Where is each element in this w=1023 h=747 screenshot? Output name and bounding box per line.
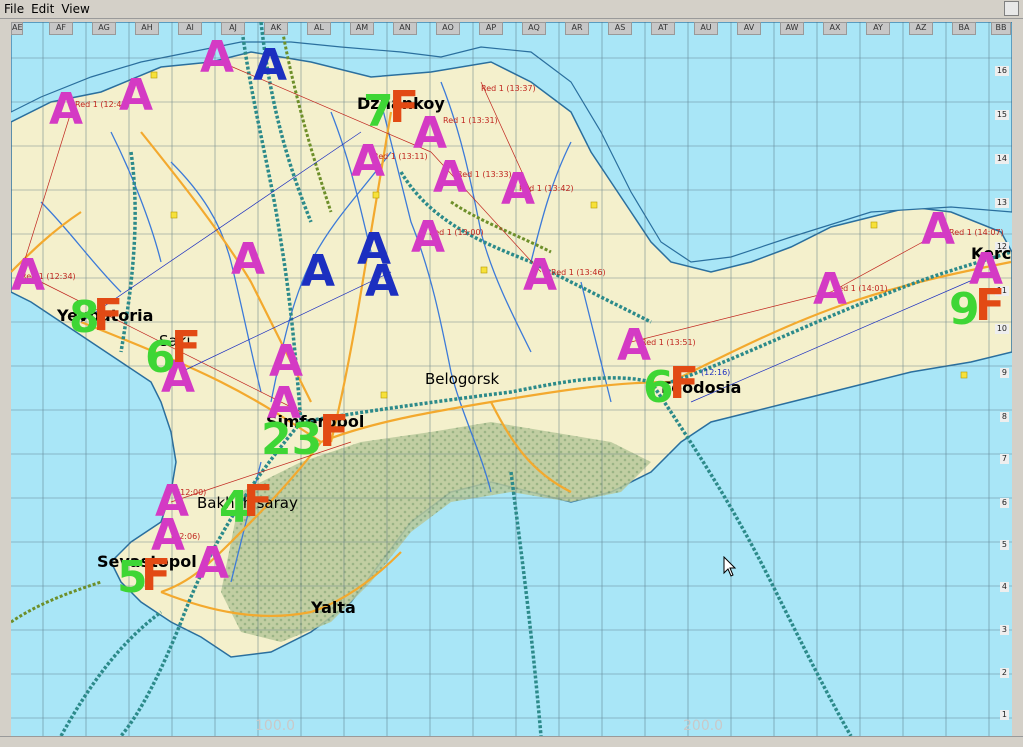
airfield-icon[interactable]: A — [195, 542, 229, 586]
row-label: 2 — [999, 668, 1009, 678]
row-label: 15 — [994, 110, 1009, 120]
col-header: AP — [479, 22, 503, 35]
enemy-airfield-icon[interactable]: A — [253, 44, 287, 88]
col-header: BB — [991, 22, 1011, 35]
col-header: AG — [92, 22, 116, 35]
menu-edit[interactable]: Edit — [27, 0, 57, 16]
col-header: AW — [780, 22, 804, 35]
airfield-icon[interactable]: A — [921, 208, 955, 252]
airfield-icon[interactable]: A — [11, 254, 45, 298]
horizontal-scrollbar[interactable] — [0, 736, 1023, 747]
mouse-cursor-icon — [723, 556, 737, 577]
base-icon[interactable]: F — [243, 480, 273, 524]
base-icon[interactable]: F — [389, 86, 419, 130]
city-yalta: Yalta — [311, 598, 356, 617]
col-header: AO — [436, 22, 460, 35]
col-header: AN — [393, 22, 417, 35]
window-button-icon[interactable] — [1004, 1, 1019, 16]
col-header: AV — [737, 22, 761, 35]
flight-label: Red 1 (13:46) — [551, 268, 606, 277]
row-label: 13 — [994, 198, 1009, 208]
left-frame — [0, 22, 11, 736]
airfield-icon[interactable]: A — [49, 88, 83, 132]
airfield-icon[interactable]: A — [433, 156, 467, 200]
col-header: AX — [823, 22, 847, 35]
col-header: AF — [49, 22, 73, 35]
col-header: AL — [307, 22, 331, 35]
col-header: AH — [135, 22, 159, 35]
enemy-airfield-icon[interactable]: A — [365, 260, 399, 304]
row-label: 1 — [999, 710, 1009, 720]
airfield-icon[interactable]: A — [119, 74, 153, 118]
col-header: AI — [178, 22, 202, 35]
airfield-icon[interactable]: A — [813, 268, 847, 312]
row-label: 8 — [999, 412, 1009, 422]
menu-view[interactable]: View — [57, 0, 92, 16]
col-header: AY — [866, 22, 890, 35]
airfield-icon[interactable]: A — [501, 168, 535, 212]
menu-file[interactable]: File — [0, 0, 27, 16]
col-header: AK — [264, 22, 288, 35]
airfield-icon[interactable]: A — [231, 238, 265, 282]
row-label: 14 — [994, 154, 1009, 164]
flight-label: (12:16) — [701, 368, 731, 377]
col-header: AS — [608, 22, 632, 35]
base-icon[interactable]: F — [975, 284, 1005, 328]
col-header: AE — [11, 22, 23, 35]
row-label: 16 — [994, 66, 1009, 76]
row-label: 3 — [999, 625, 1009, 635]
vertical-scrollbar[interactable] — [1012, 22, 1023, 736]
base-icon[interactable]: F — [319, 410, 349, 454]
col-header: AQ — [522, 22, 546, 35]
flight-label: Red 1 (13:31) — [443, 116, 498, 125]
menu-bar: File Edit View — [0, 0, 1023, 19]
row-label: 7 — [999, 454, 1009, 464]
base-icon[interactable]: F — [93, 294, 123, 338]
airfield-icon[interactable]: A — [351, 140, 385, 184]
flight-label: Red 1 (14:07) — [949, 228, 1004, 237]
base-icon[interactable]: F — [171, 326, 201, 370]
col-header: AM — [350, 22, 374, 35]
col-header: AU — [694, 22, 718, 35]
flight-label: Red 1 (13:37) — [481, 84, 536, 93]
airfield-icon[interactable]: A — [200, 36, 234, 80]
col-header: BA — [952, 22, 976, 35]
row-label: 5 — [999, 540, 1009, 550]
airfield-icon[interactable]: A — [523, 254, 557, 298]
scale-label: 200.0 — [683, 718, 724, 734]
scale-label: 100.0 — [255, 718, 296, 734]
col-header: AT — [651, 22, 675, 35]
airfield-icon[interactable]: A — [411, 216, 445, 260]
enemy-airfield-icon[interactable]: A — [301, 250, 335, 294]
row-label: 6 — [999, 498, 1009, 508]
row-label: 4 — [999, 582, 1009, 592]
unit-count: 23 — [261, 414, 323, 465]
col-header: AZ — [909, 22, 933, 35]
col-header: AR — [565, 22, 589, 35]
map-canvas[interactable]: AE AF AG AH AI AJ AK AL AM AN AO AP AQ A… — [11, 22, 1012, 736]
base-icon[interactable]: F — [669, 362, 699, 406]
row-label: 9 — [999, 368, 1009, 378]
city-belogorsk: Belogorsk — [425, 370, 500, 388]
base-icon[interactable]: F — [141, 554, 171, 598]
